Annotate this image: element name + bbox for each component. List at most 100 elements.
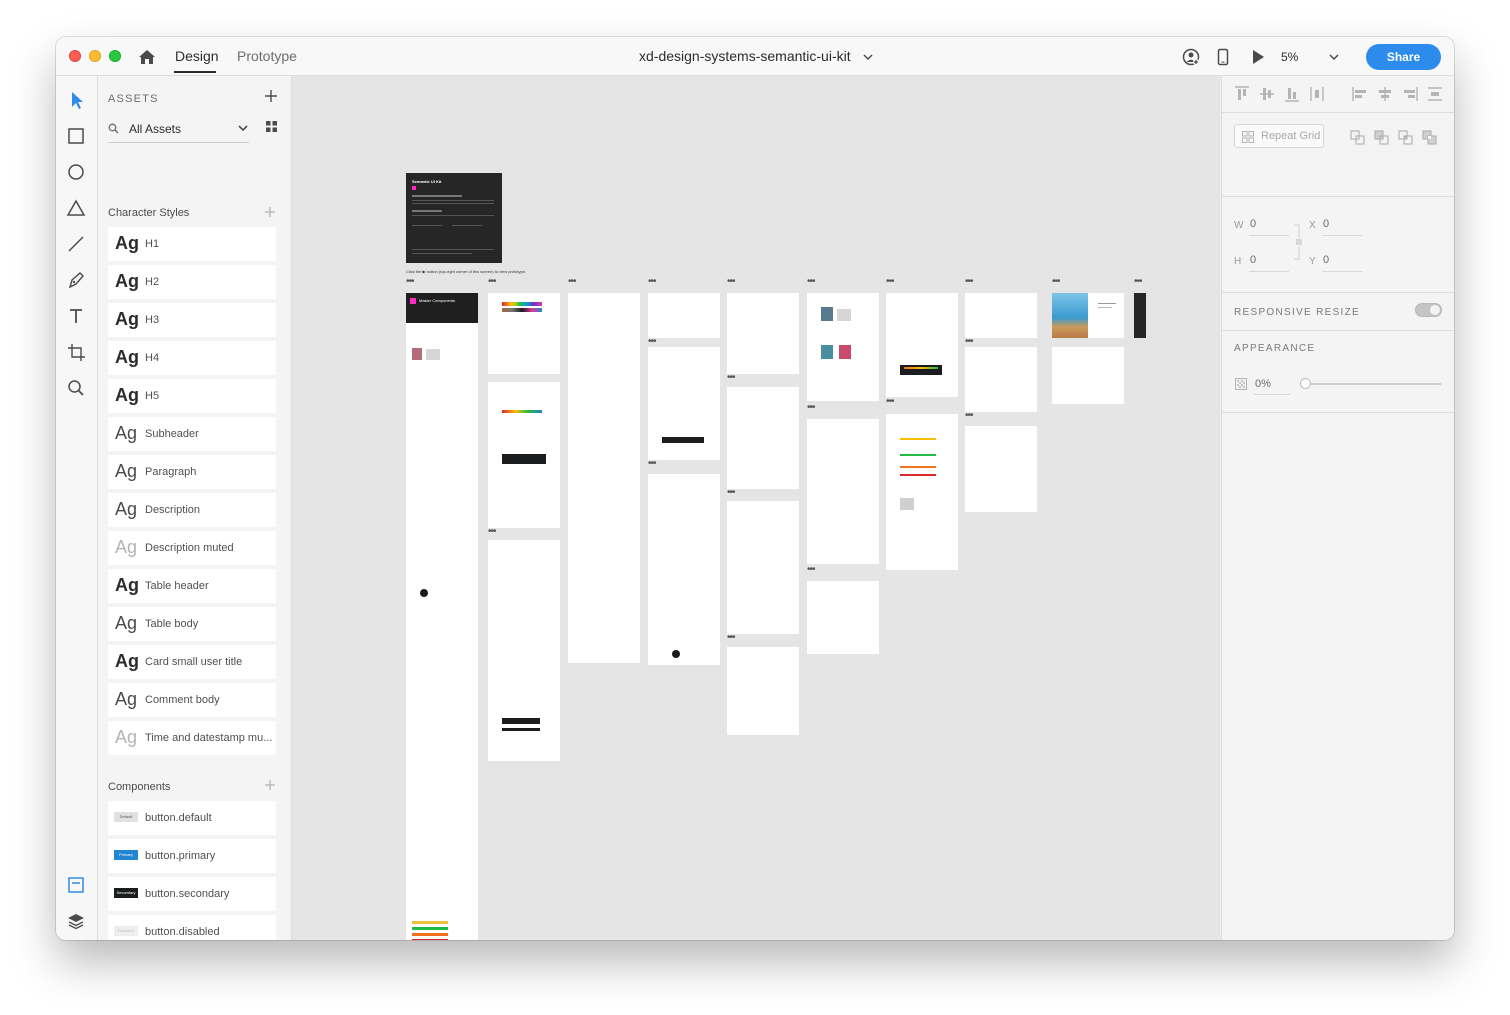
artboard-colors[interactable] bbox=[488, 293, 560, 374]
artboard-menu-dots[interactable]: ••• bbox=[807, 565, 815, 575]
artboard-menu-dots[interactable]: ••• bbox=[1052, 277, 1060, 287]
component-item[interactable]: Secondary button.secondary bbox=[108, 877, 276, 911]
components-heading[interactable]: Components bbox=[108, 781, 170, 793]
boolean-exclude-icon[interactable] bbox=[1422, 130, 1437, 145]
ellipse-tool-icon[interactable] bbox=[66, 162, 86, 182]
component-item[interactable]: Primary button.primary bbox=[108, 839, 276, 873]
artboard-menu-dots[interactable]: ••• bbox=[488, 277, 496, 287]
character-style-item[interactable]: Ag Description bbox=[108, 493, 276, 527]
chevron-down-icon[interactable] bbox=[863, 52, 873, 62]
artboard-menus[interactable] bbox=[648, 293, 720, 338]
character-style-item[interactable]: Ag Description muted bbox=[108, 531, 276, 565]
artboard-menu-dots[interactable]: ••• bbox=[965, 277, 973, 287]
artboard-menu-dots[interactable]: ••• bbox=[727, 277, 735, 287]
character-style-item[interactable]: Ag H5 bbox=[108, 379, 276, 413]
zoom-dropdown-icon[interactable] bbox=[1329, 52, 1339, 62]
character-style-item[interactable]: Ag H3 bbox=[108, 303, 276, 337]
artboard-feeds[interactable] bbox=[727, 387, 799, 489]
artboard-buttons[interactable] bbox=[488, 382, 560, 528]
pen-tool-icon[interactable] bbox=[66, 270, 86, 290]
distribute-horizontal-icon[interactable] bbox=[1309, 86, 1325, 102]
opacity-slider-knob[interactable] bbox=[1300, 378, 1311, 389]
character-style-item[interactable]: Ag H4 bbox=[108, 341, 276, 375]
boolean-subtract-icon[interactable] bbox=[1374, 130, 1389, 145]
artboard-dropdowns[interactable] bbox=[965, 293, 1037, 338]
tab-design[interactable]: Design bbox=[175, 48, 219, 64]
add-component-icon[interactable] bbox=[265, 780, 275, 790]
artboard-hero[interactable] bbox=[1052, 293, 1124, 338]
align-right-icon[interactable] bbox=[1402, 86, 1418, 102]
assets-panel-icon[interactable] bbox=[66, 875, 86, 895]
artboard-intro[interactable]: Semantic UI Kit bbox=[406, 173, 502, 263]
artboard-menu-dots[interactable]: ••• bbox=[1134, 277, 1142, 287]
invite-user-icon[interactable] bbox=[1182, 48, 1200, 66]
artboard-comments[interactable] bbox=[807, 419, 879, 564]
artboard-items[interactable] bbox=[807, 581, 879, 654]
distribute-vertical-icon[interactable] bbox=[1427, 86, 1443, 102]
y-field[interactable]: 0 bbox=[1323, 254, 1329, 266]
artboard-menu-dots[interactable]: ••• bbox=[727, 488, 735, 498]
artboard-lists[interactable] bbox=[727, 293, 799, 374]
add-character-style-icon[interactable] bbox=[265, 207, 275, 217]
grid-view-icon[interactable] bbox=[266, 121, 277, 132]
align-center-icon[interactable] bbox=[1377, 86, 1393, 102]
character-style-item[interactable]: Ag Paragraph bbox=[108, 455, 276, 489]
rectangle-tool-icon[interactable] bbox=[66, 126, 86, 146]
character-style-item[interactable]: Ag Comment body bbox=[108, 683, 276, 717]
artboard-menu-dots[interactable]: ••• bbox=[568, 277, 576, 287]
character-style-item[interactable]: Ag Card small user title bbox=[108, 645, 276, 679]
height-field[interactable]: 0 bbox=[1250, 254, 1256, 266]
artboard-statistics[interactable] bbox=[727, 501, 799, 634]
artboard-menu-dots[interactable]: ••• bbox=[648, 459, 656, 469]
zoom-tool-icon[interactable] bbox=[66, 378, 86, 398]
design-canvas[interactable]: Semantic UI Kit Click the ▶ button (top-… bbox=[292, 76, 1220, 940]
polygon-tool-icon[interactable] bbox=[66, 198, 86, 218]
artboard-tables[interactable] bbox=[727, 647, 799, 735]
character-style-item[interactable]: Ag Subheader bbox=[108, 417, 276, 451]
artboard-forms[interactable] bbox=[488, 540, 560, 761]
artboard-menu-dots[interactable]: ••• bbox=[965, 411, 973, 421]
artboard-modals[interactable] bbox=[965, 426, 1037, 512]
artboard-profiles[interactable] bbox=[807, 293, 879, 401]
artboard-menu-dots[interactable]: ••• bbox=[965, 337, 973, 347]
artboard-master-components[interactable]: Master Components bbox=[406, 293, 478, 940]
align-left-icon[interactable] bbox=[1352, 86, 1368, 102]
repeat-grid-button[interactable]: Repeat Grid bbox=[1234, 124, 1324, 148]
zoom-level[interactable]: 5% bbox=[1281, 50, 1298, 64]
character-style-item[interactable]: Ag Table header bbox=[108, 569, 276, 603]
artboard-menu-dots[interactable]: ••• bbox=[886, 397, 894, 407]
line-tool-icon[interactable] bbox=[66, 234, 86, 254]
asset-filter-select[interactable]: All Assets bbox=[129, 122, 181, 136]
character-style-item[interactable]: Ag Table body bbox=[108, 607, 276, 641]
artboard-menu-dots[interactable]: ••• bbox=[648, 277, 656, 287]
artboard-messages[interactable] bbox=[648, 347, 720, 460]
boolean-add-icon[interactable] bbox=[1350, 130, 1365, 145]
play-prototype-icon[interactable] bbox=[1249, 48, 1267, 66]
x-field[interactable]: 0 bbox=[1323, 218, 1329, 230]
artboard-menu-dots[interactable]: ••• bbox=[648, 337, 656, 347]
boolean-intersect-icon[interactable] bbox=[1398, 130, 1413, 145]
responsive-resize-toggle[interactable] bbox=[1415, 303, 1442, 317]
character-style-item[interactable]: Ag H1 bbox=[108, 227, 276, 261]
chevron-down-icon[interactable] bbox=[238, 124, 248, 132]
home-icon[interactable] bbox=[137, 47, 157, 67]
artboard-tool-icon[interactable] bbox=[66, 342, 86, 362]
align-top-icon[interactable] bbox=[1234, 86, 1250, 102]
document-title[interactable]: xd-design-systems-semantic-ui-kit bbox=[639, 48, 851, 64]
add-asset-icon[interactable] bbox=[265, 90, 277, 102]
character-styles-heading[interactable]: Character Styles bbox=[108, 207, 189, 219]
artboard-icons[interactable] bbox=[568, 293, 640, 663]
text-tool-icon[interactable] bbox=[66, 306, 86, 326]
artboard-labels[interactable] bbox=[886, 293, 958, 397]
artboard-team[interactable] bbox=[1052, 347, 1124, 404]
device-preview-icon[interactable] bbox=[1214, 48, 1232, 66]
artboard-cards[interactable] bbox=[648, 474, 720, 665]
artboard-menu-dots[interactable]: ••• bbox=[727, 373, 735, 383]
opacity-slider-track[interactable] bbox=[1305, 383, 1441, 385]
artboard-progress[interactable] bbox=[886, 414, 958, 570]
artboard-menu-dots[interactable]: ••• bbox=[807, 403, 815, 413]
width-field[interactable]: 0 bbox=[1250, 218, 1256, 230]
component-item[interactable]: Disabled button.disabled bbox=[108, 915, 276, 940]
artboard-menu-dots[interactable]: ••• bbox=[727, 633, 735, 643]
minimize-window-button[interactable] bbox=[89, 50, 101, 62]
